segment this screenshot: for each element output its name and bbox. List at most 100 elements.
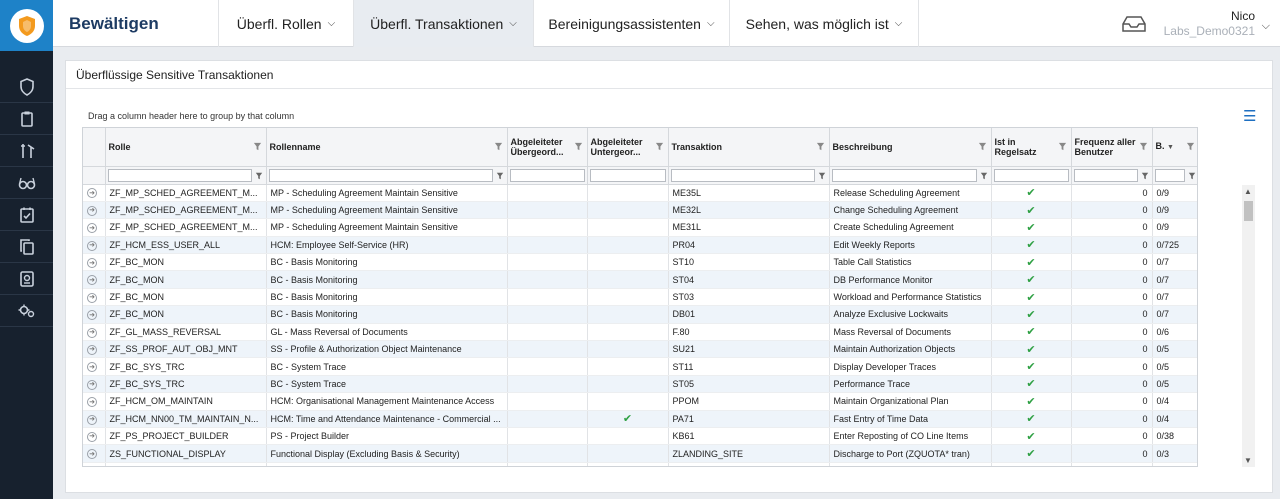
inbox-icon[interactable] [1121,15,1147,33]
filter-icon[interactable] [253,142,262,151]
rail-calendar-button[interactable] [0,199,53,231]
tab-see-whats-possible[interactable]: Sehen, was möglich ist ⌵ [729,0,919,47]
scroll-up-icon[interactable]: ▲ [1244,187,1252,196]
filter-icon[interactable] [496,172,504,180]
filter-icon[interactable] [978,142,987,151]
header-transaction[interactable]: Transaktion [668,128,830,167]
table-row[interactable]: ➜ ZF_SS_PROF_AUT_OBJ_MNT SS - Profile & Au… [83,340,1197,359]
filter-input-derived-child[interactable] [589,168,666,182]
cell-transaction: DB01 [668,305,830,324]
table-row[interactable]: ➜ ZF_BC_MON BC - Basis Monitoring ST03 Workl… [83,288,1197,307]
filter-icon[interactable] [574,142,583,151]
header-derived-child[interactable]: Abgeleiteter Untergeor... [587,128,669,167]
expand-arrow-icon[interactable]: ➜ [87,379,97,390]
filter-icon[interactable] [980,172,988,180]
table-row[interactable]: ➜ ZF_BC_SYS_TRC BC - System Trace ST05 Perfo… [83,375,1197,394]
expand-arrow-icon[interactable]: ➜ [87,205,97,216]
expand-arrow-icon[interactable]: ➜ [87,240,97,251]
tab-surplus-roles[interactable]: Überfl. Rollen ⌵ [218,0,353,47]
filter-icon[interactable] [655,142,664,151]
table-row[interactable]: ➜ ZF_BC_MON BC - Basis Monitoring ST10 Table… [83,253,1197,272]
filter-icon[interactable] [1139,142,1148,151]
cell-role: ZF_BC_SYS_TRC [105,357,267,376]
table-row[interactable]: ➜ ZF_BC_MON BC - Basis Monitoring ST04 DB Pe… [83,270,1197,289]
row-expander-cell: ➜ [83,410,106,428]
expand-arrow-icon[interactable]: ➜ [87,258,97,268]
expand-arrow-icon[interactable]: ➜ [87,449,97,460]
header-frequency[interactable]: Frequenz aller Benutzer [1071,128,1153,167]
vertical-scrollbar[interactable]: ▲ ▼ [1242,185,1255,467]
filter-icon[interactable] [816,142,825,151]
tab-cleanup-assistants[interactable]: Bereinigungsassistenten ⌵ [533,0,729,47]
filter-input-description[interactable] [831,168,977,182]
header-b[interactable]: B. ▼ [1152,128,1197,167]
cell-derived-child [587,323,669,342]
expand-arrow-icon[interactable]: ➜ [87,223,97,234]
expand-arrow-icon[interactable]: ➜ [87,327,97,338]
table-row[interactable]: ➜ ZF_MP_SCHED_AGREEMENT_M... MP - Scheduli… [83,184,1197,202]
table-row[interactable]: ➜ ZF_MP_SCHED_AGREEMENT_M... MP - Scheduli… [83,201,1197,220]
row-expander-cell: ➜ [83,427,106,446]
filter-icon[interactable] [1058,142,1067,151]
rail-shield-button[interactable] [0,71,53,103]
header-role[interactable]: Rolle [105,128,267,167]
filter-input-role-name[interactable] [268,168,493,182]
expand-arrow-icon[interactable]: ➜ [87,414,97,425]
group-by-drop-zone[interactable]: Drag a column header here to group by th… [88,111,294,121]
table-row[interactable]: ➜ ZF_GL_MASS_REVERSAL GL - Mass Reversal o… [83,323,1197,342]
app-logo[interactable] [0,0,53,51]
sort-desc-icon[interactable]: ▼ [1167,144,1174,151]
user-name[interactable]: Nico [1231,9,1255,23]
filter-icon[interactable] [1141,172,1149,180]
chevron-down-icon[interactable]: ⌵ [1262,20,1270,33]
expand-arrow-icon[interactable]: ➜ [87,362,97,373]
rail-copy-button[interactable] [0,231,53,263]
table-row[interactable]: ➜ ZF_MP_SCHED_AGREEMENT_M... MP - Scheduli… [83,218,1197,237]
table-row[interactable]: ➜ ZF_BC_MON BC - Basis Monitoring DB01 Analy… [83,305,1197,324]
filter-input-transaction[interactable] [670,168,815,182]
expand-arrow-icon[interactable]: ➜ [87,431,97,442]
table-row[interactable]: ➜ ZF_BC_SYS_TRC BC - System Trace ST11 Displ… [83,357,1197,376]
left-rail [0,0,53,499]
filter-icon[interactable] [818,172,826,180]
filter-input-frequency[interactable] [1073,168,1138,182]
expand-arrow-icon[interactable]: ➜ [87,397,97,408]
filter-input-role[interactable] [107,168,252,182]
table-row[interactable]: ➜ ZF_HCM_NN00_TM_MAINTAIN_N... HCM: Time a… [83,410,1197,428]
filter-icon[interactable] [255,172,263,180]
header-derived-parent[interactable]: Abgeleiteter Übergeord... [507,128,588,167]
cell-derived-parent [507,410,588,428]
cell-description: Change Scheduling Agreement [829,201,992,220]
scrollbar-thumb[interactable] [1244,201,1253,221]
header-description[interactable]: Beschreibung [829,128,992,167]
table-row[interactable]: ➜ZS_FUNCTIONAL_DISPLAYFunctional Display… [83,444,1197,463]
user-tenant[interactable]: Labs_Demo0321 [1164,24,1255,38]
header-role-name[interactable]: Rollenname [266,128,508,167]
rail-cogs-button[interactable] [0,295,53,327]
filter-input-derived-parent[interactable] [509,168,585,182]
filter-input-in-ruleset[interactable] [993,168,1069,182]
header-in-ruleset[interactable]: Ist in Regelsatz [991,128,1072,167]
table-row[interactable]: ➜ ZF_PS_PROJECT_BUILDER PS - Project Build… [83,427,1197,446]
rail-clipboard-button[interactable] [0,103,53,135]
cell-role-name: BC - System Trace [266,375,508,394]
table-row[interactable]: ➜ ZF_HCM_ESS_USER_ALL HCM: Employee Self-S… [83,236,1197,255]
expand-arrow-icon[interactable]: ➜ [87,292,97,303]
expand-arrow-icon[interactable]: ➜ [87,275,97,286]
tab-surplus-transactions[interactable]: Überfl. Transaktionen ⌵ [353,0,533,47]
column-menu-icon[interactable]: ☰ [1243,107,1256,125]
filter-input-b[interactable] [1154,168,1185,182]
scroll-down-icon[interactable]: ▼ [1244,456,1252,465]
rail-tools-button[interactable] [0,135,53,167]
expand-arrow-icon[interactable]: ➜ [87,310,97,321]
table-row[interactable]: ➜ ZF_HCM_OM_MAINTAIN HCM: Organisational M… [83,392,1197,411]
table-row[interactable]: ➜ZS_FUNCTIONAL_DISPLAYFunctional Display… [83,462,1197,466]
rail-badge-button[interactable] [0,263,53,295]
filter-icon[interactable] [1186,142,1195,151]
filter-icon[interactable] [494,142,503,151]
expand-arrow-icon[interactable]: ➜ [87,344,97,355]
cell-transaction: ZMM_CCS_DATA_LOAD [668,462,830,466]
rail-glasses-button[interactable] [0,167,53,199]
expand-arrow-icon[interactable]: ➜ [87,188,97,199]
filter-icon[interactable] [1188,172,1196,180]
